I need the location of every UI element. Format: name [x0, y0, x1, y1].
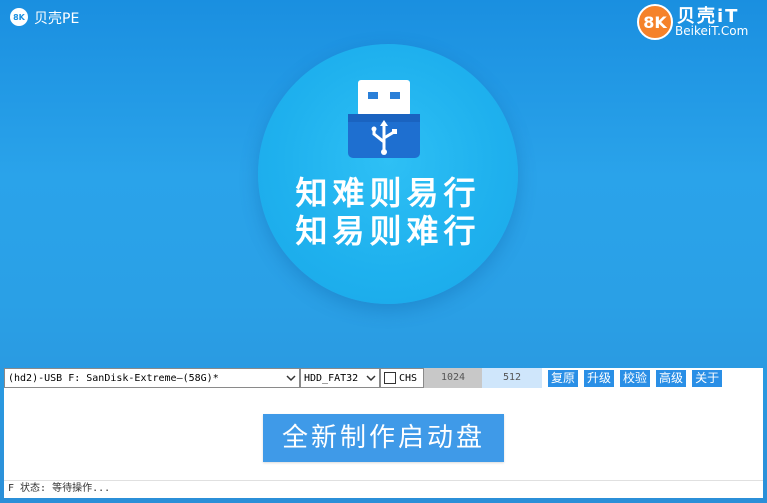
app-window: 8K 贝壳PE 8K 贝壳iT BeikeiT.Com 知难则易行 知易则难行 … — [0, 0, 767, 503]
disk-select-value: (hd2)-USB F: SanDisk-Extreme—(58G)* — [8, 372, 219, 384]
bottom-panel: 全新制作启动盘 F 状态: 等待操作... — [4, 388, 763, 498]
disk-select[interactable]: (hd2)-USB F: SanDisk-Extreme—(58G)* — [4, 368, 300, 388]
app-logo-icon: 8K — [10, 8, 28, 26]
restore-button[interactable]: 复原 — [548, 369, 579, 387]
brand-badge-icon: 8K — [637, 4, 673, 40]
toolbar: (hd2)-USB F: SanDisk-Extreme—(58G)* HDD_… — [4, 368, 763, 388]
chs-label: CHS — [399, 372, 418, 384]
brand-logo: 8K 贝壳iT BeikeiT.Com — [635, 2, 763, 42]
advanced-button[interactable]: 高级 — [656, 369, 687, 387]
upgrade-button[interactable]: 升级 — [584, 369, 615, 387]
app-title: 贝壳PE — [34, 11, 80, 27]
status-bar: F 状态: 等待操作... — [4, 480, 763, 496]
sector-field[interactable]: 512 — [482, 368, 542, 388]
brand-url: BeikeiT.Com — [675, 24, 749, 38]
create-boot-disk-button[interactable]: 全新制作启动盘 — [263, 414, 504, 462]
filesystem-select-value: HDD_FAT32 — [304, 372, 359, 384]
chevron-down-icon — [366, 375, 376, 382]
verify-button[interactable]: 校验 — [620, 369, 651, 387]
about-button[interactable]: 关于 — [692, 369, 723, 387]
usb-drive-icon — [348, 80, 420, 158]
filesystem-select[interactable]: HDD_FAT32 — [300, 368, 380, 388]
chevron-down-icon — [286, 375, 296, 382]
chs-checkbox-group[interactable]: CHS — [380, 368, 424, 388]
cylinder-field[interactable]: 1024 — [424, 368, 482, 388]
chs-checkbox[interactable] — [384, 372, 396, 384]
slogan-line-2: 知易则难行 — [295, 212, 481, 250]
